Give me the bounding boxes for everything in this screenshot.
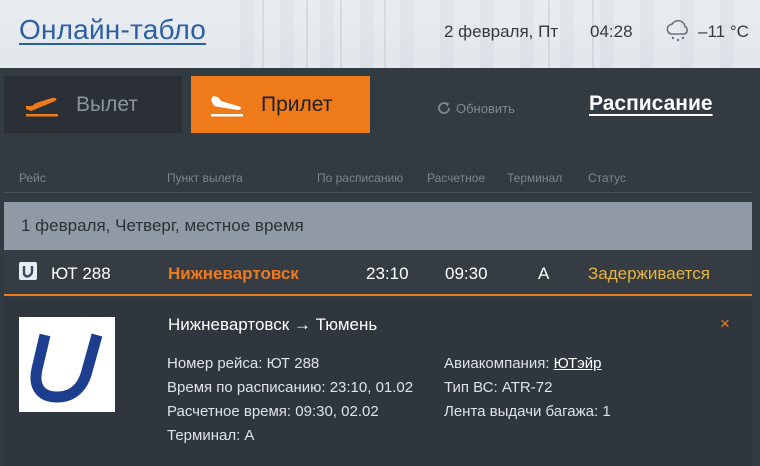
status-badge: Задерживается	[588, 264, 710, 283]
column-header-origin: Пункт вылета	[167, 171, 243, 185]
column-header-status: Статус	[588, 171, 626, 185]
page-title-link[interactable]: Онлайн-табло	[19, 14, 206, 46]
tab-arrival-label: Прилет	[261, 92, 333, 116]
detail-aircraft-type: Тип ВС: ATR-72	[444, 379, 553, 396]
refresh-icon	[438, 102, 450, 114]
detail-airline-label: Авиакомпания:	[444, 355, 554, 372]
detail-estimated-time: Расчетное время: 09:30, 02.02	[167, 403, 379, 420]
column-header-terminal: Терминал	[507, 171, 563, 185]
flight-number: ЮТ 288	[51, 264, 111, 283]
origin-city: Нижневартовск	[168, 264, 299, 283]
tab-departure-label: Вылет	[76, 92, 138, 116]
header: Онлайн-табло 2 февраля, Пт 04:28 –11 °C	[0, 0, 760, 68]
tab-departure[interactable]: Вылет	[4, 76, 182, 133]
estimated-time: 09:30	[445, 264, 488, 283]
plane-takeoff-icon	[26, 97, 58, 116]
detail-airline: Авиакомпания: ЮТэйр	[444, 355, 602, 372]
column-header-estimated: Расчетное	[427, 171, 486, 185]
current-date: 2 февраля, Пт	[444, 22, 559, 41]
detail-baggage-belt: Лента выдачи багажа: 1	[444, 403, 611, 420]
divider	[4, 192, 752, 193]
snow-cloud-icon	[666, 19, 688, 42]
column-header-scheduled: По расписанию	[317, 171, 404, 185]
detail-terminal: Терминал: A	[167, 427, 255, 444]
flight-details: Нижневартовск → Тюмень × Номер рейса: ЮТ…	[4, 298, 752, 466]
temperature: –11 °C	[698, 22, 749, 41]
refresh-label: Обновить	[456, 100, 515, 116]
scheduled-time: 23:10	[366, 264, 409, 283]
flight-board-panel: Вылет Прилет Обновить Расписание Рейс Пу…	[0, 68, 760, 466]
plane-landing-icon	[211, 95, 243, 116]
current-time: 04:28	[590, 22, 633, 41]
date-group-header: 1 февраля, Четверг, местное время	[4, 202, 752, 250]
detail-flight-number: Номер рейса: ЮТ 288	[167, 355, 320, 372]
refresh-button[interactable]: Обновить	[436, 100, 515, 116]
airline-logo-small-icon	[19, 262, 37, 280]
schedule-link[interactable]: Расписание	[589, 92, 713, 116]
tab-arrival[interactable]: Прилет	[191, 76, 370, 133]
flight-row[interactable]: ЮТ 288 Нижневартовск 23:10 09:30 A Задер…	[4, 250, 752, 296]
airline-logo	[19, 317, 115, 412]
close-icon[interactable]: ×	[720, 314, 730, 334]
detail-scheduled-time: Время по расписанию: 23:10, 01.02	[167, 379, 414, 396]
terminal: A	[538, 264, 550, 283]
airline-link[interactable]: ЮТэйр	[554, 355, 602, 372]
column-header-flight: Рейс	[19, 171, 46, 185]
route-title: Нижневартовск → Тюмень	[168, 315, 378, 334]
